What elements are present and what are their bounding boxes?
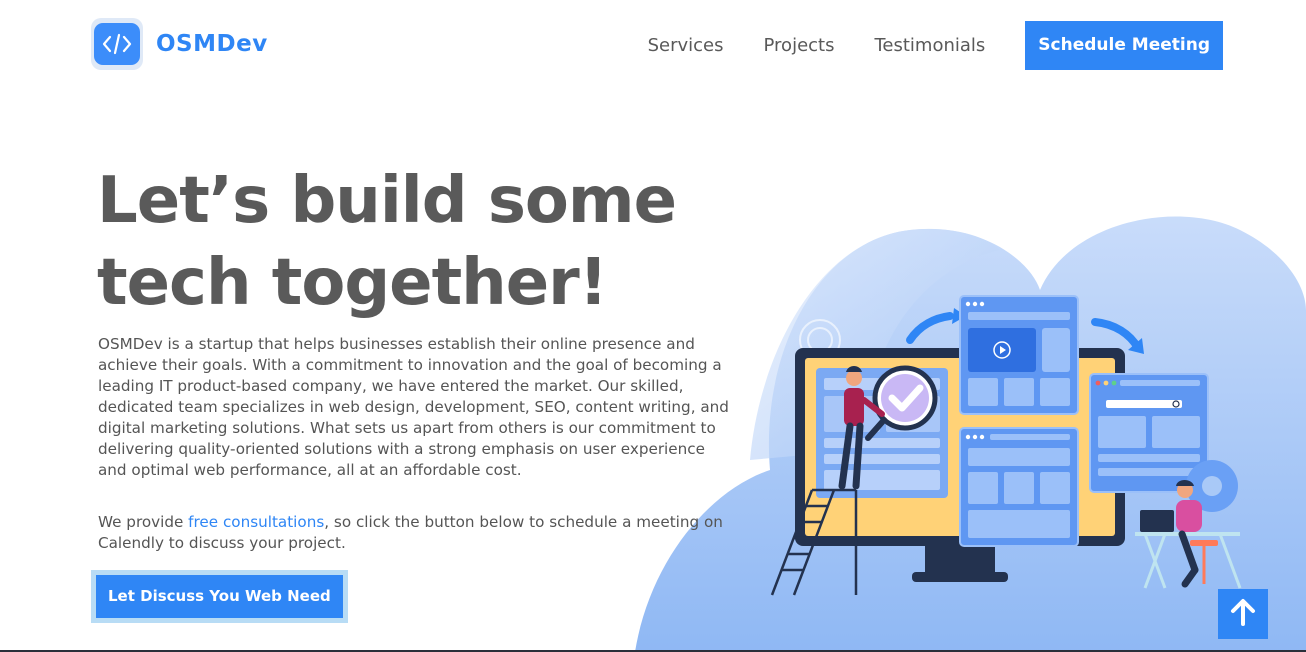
scroll-to-top-button[interactable]: [1218, 589, 1268, 639]
schedule-meeting-button[interactable]: Schedule Meeting: [1025, 21, 1223, 70]
hero-description: OSMDev is a startup that helps businesse…: [98, 335, 729, 479]
browser-window-top: [959, 295, 1079, 415]
code-brackets-icon: [94, 23, 140, 65]
nav-link-testimonials[interactable]: Testimonials: [874, 35, 985, 56]
hero-title-line1: Let’s build some: [97, 164, 677, 238]
consultation-prefix: We provide: [98, 513, 189, 531]
nav-link-services[interactable]: Services: [648, 35, 724, 56]
hero-title: Let’s build some tech together!: [97, 160, 737, 324]
logo-link[interactable]: OSMDev: [91, 18, 268, 70]
arrow-up-icon: [1230, 598, 1256, 630]
hero-title-line2: tech together!: [97, 246, 608, 320]
consultation-text: We provide free consultations, so click …: [98, 512, 738, 554]
logo-badge: [91, 18, 143, 70]
discuss-web-need-button[interactable]: Let Discuss You Web Need: [96, 575, 343, 618]
main-nav: Services Projects Testimonials Schedule …: [648, 21, 1223, 70]
browser-window-middle: [959, 427, 1079, 547]
free-consultations-link[interactable]: free consultations: [188, 513, 324, 531]
page: OSMDev Services Projects Testimonials Sc…: [0, 0, 1306, 652]
logo-text: OSMDev: [156, 31, 268, 57]
cta-outline: Let Discuss You Web Need: [91, 570, 348, 623]
nav-link-projects[interactable]: Projects: [764, 35, 835, 56]
